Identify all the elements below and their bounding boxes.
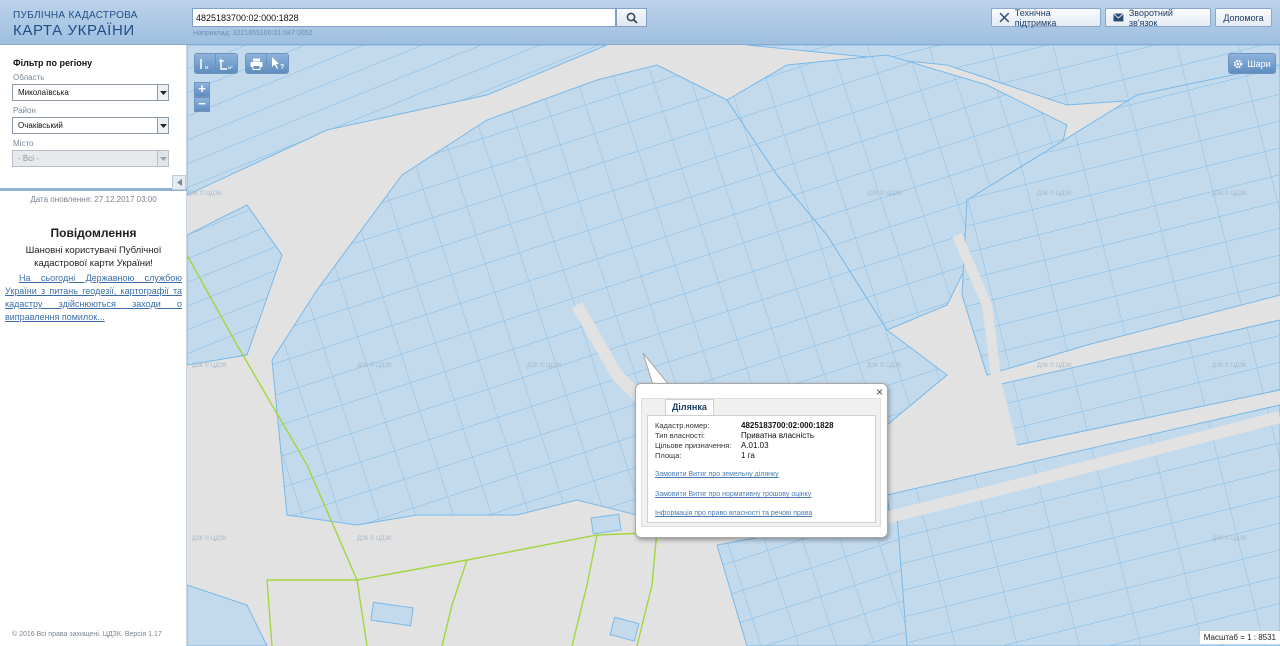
cursor-help-icon: ? xyxy=(271,57,284,70)
watermark: ДЗК © ЦДЗК xyxy=(357,362,392,369)
svg-text:м²: м² xyxy=(228,65,233,70)
tools-icon xyxy=(999,12,1010,23)
notice-title: Повідомлення xyxy=(50,226,137,240)
district-select[interactable]: Очаківський xyxy=(12,117,169,134)
search-hint: Наприклад: 3221655100:01:047:0052 xyxy=(193,30,313,37)
collapse-panel-button[interactable] xyxy=(172,175,186,190)
region-select[interactable]: Миколаївська xyxy=(12,84,169,101)
region-filter: Фільтр по регіону Область Миколаївська Р… xyxy=(0,45,187,191)
print-button[interactable] xyxy=(246,54,267,73)
watermark: ДЗК © ЦДЗК xyxy=(357,535,392,542)
district-label: Район xyxy=(13,106,36,115)
feedback-button[interactable]: Зворотний зв'язок xyxy=(1105,7,1211,28)
ownership-type-value: Приватна власність xyxy=(741,431,815,440)
watermark: ДЗК © ЦДЗК xyxy=(192,362,227,369)
update-date: Дата оновлення: 27.12.2017 03:00 xyxy=(30,195,157,204)
search-button[interactable] xyxy=(616,8,647,27)
watermark: ДЗК © ЦДЗК xyxy=(192,535,227,542)
parcel[interactable] xyxy=(609,616,640,642)
purpose-value: A.01.03 xyxy=(741,441,769,450)
close-icon[interactable]: × xyxy=(876,386,883,398)
notice-text: Шановні користувачі Публічної кадастрово… xyxy=(25,245,162,269)
chevron-down-icon xyxy=(157,118,168,133)
help-button[interactable]: Допомога xyxy=(1215,8,1272,27)
watermark: ДЗК © ЦДЗК xyxy=(1212,535,1247,542)
layers-label: Шари xyxy=(1247,58,1271,69)
logo-line2: КАРТА УКРАЇНИ xyxy=(13,22,135,39)
city-select[interactable]: - Всі - xyxy=(12,150,169,167)
map-actions: ? xyxy=(245,53,289,74)
watermark: ДЗК © ЦДЗК xyxy=(867,190,902,197)
zoom-in-button[interactable]: + xyxy=(194,82,210,97)
watermark: ДЗК © ЦДЗК xyxy=(1212,190,1247,197)
identify-button[interactable]: ? xyxy=(267,54,288,73)
parcel[interactable] xyxy=(370,601,414,627)
admin-boundary xyxy=(636,529,658,646)
search-icon xyxy=(626,12,638,24)
printer-icon xyxy=(250,58,262,70)
map-scale: Масштаб = 1 : 8531 xyxy=(1199,631,1280,644)
parcel-block[interactable] xyxy=(187,584,268,646)
watermark: ДЗК © ЦДЗК xyxy=(527,362,562,369)
chevron-down-icon xyxy=(157,85,168,100)
region-value: Миколаївська xyxy=(18,88,69,97)
logo-line1: ПУБЛІЧНА КАДАСТРОВА xyxy=(13,10,138,21)
tab-parcel[interactable]: Ділянка xyxy=(665,399,714,415)
order-valuation-extract-link[interactable]: Замовити Витяг про нормативну грошову оц… xyxy=(655,491,811,498)
watermark: ДЗК © ЦДЗК xyxy=(1212,362,1247,369)
admin-boundary xyxy=(441,559,468,646)
area-value: 1 га xyxy=(741,451,755,460)
watermark: ДЗК © ЦДЗК xyxy=(187,190,222,197)
svg-text:?: ? xyxy=(280,64,284,70)
tech-support-button[interactable]: Технічна підтримка xyxy=(991,7,1101,28)
measure-area-button[interactable]: м² xyxy=(216,54,237,73)
gear-icon xyxy=(1234,59,1243,68)
cadastral-number-value: 4825183700:02:000:1828 xyxy=(741,421,834,430)
app-header: ПУБЛІЧНА КАДАСТРОВА КАРТА УКРАЇНИ Наприк… xyxy=(0,0,1280,45)
area-label: Площа: xyxy=(655,451,682,460)
envelope-icon xyxy=(1113,13,1124,22)
parcel-details: Кадастр.номер: 4825183700:02:000:1828 Ти… xyxy=(647,415,876,523)
parcel[interactable] xyxy=(590,513,622,535)
area-icon: м² xyxy=(218,58,233,70)
zoom-out-button[interactable]: − xyxy=(194,97,210,112)
logo[interactable]: ПУБЛІЧНА КАДАСТРОВА КАРТА УКРАЇНИ xyxy=(13,10,138,39)
chevron-left-icon xyxy=(176,179,182,186)
tech-support-label: Технічна підтримка xyxy=(1014,7,1057,28)
ownership-info-link[interactable]: Інформація про право власності та речові… xyxy=(655,510,812,517)
order-land-extract-link[interactable]: Замовити Витяг про земельну ділянку xyxy=(655,471,779,478)
parcel-info-popup: × Ділянка Кадастр.номер: 4825183700:02:0… xyxy=(635,383,888,538)
svg-text:м: м xyxy=(205,65,209,70)
layers-button[interactable]: Шари xyxy=(1228,53,1276,74)
feedback-label: Зворотний зв'язок xyxy=(1128,7,1173,28)
ruler-icon: м xyxy=(200,58,209,70)
copyright: © 2016 Всі права захищені. ЦДЗК. Версія … xyxy=(12,631,162,638)
watermark: ДЗК © ЦДЗК xyxy=(867,362,902,369)
cadastral-search-input[interactable] xyxy=(192,8,616,27)
watermark: ДЗК © ЦДЗК xyxy=(1037,190,1072,197)
district-value: Очаківський xyxy=(18,121,63,130)
region-label: Область xyxy=(13,73,45,82)
cadastral-map[interactable]: ДЗК © ЦДЗК ДЗК © ЦДЗК ДЗК © ЦДЗК ДЗК © Ц… xyxy=(187,45,1280,646)
notice-link[interactable]: На сьогодні Державною службою України з … xyxy=(5,272,182,324)
parcel-block[interactable] xyxy=(886,404,1280,646)
left-panel: Фільтр по регіону Область Миколаївська Р… xyxy=(0,45,187,646)
help-label: Допомога xyxy=(1223,12,1264,23)
measure-distance-button[interactable]: м xyxy=(195,54,216,73)
map-canvas[interactable]: ДЗК © ЦДЗК ДЗК © ЦДЗК ДЗК © ЦДЗК ДЗК © Ц… xyxy=(187,45,1280,646)
admin-boundary xyxy=(266,579,273,646)
purpose-label: Цільове призначення: xyxy=(655,441,732,450)
city-label: Місто xyxy=(13,139,34,148)
measure-tools: м м² xyxy=(194,53,238,74)
filter-title: Фільтр по регіону xyxy=(13,58,93,68)
chevron-down-icon xyxy=(157,151,168,166)
ownership-type-label: Тип власності: xyxy=(655,431,705,440)
popup-content: Ділянка Кадастр.номер: 4825183700:02:000… xyxy=(641,398,881,527)
city-value: - Всі - xyxy=(18,154,39,163)
cadastral-number-label: Кадастр.номер: xyxy=(655,421,710,430)
watermark: ДЗК © ЦДЗК xyxy=(1037,362,1072,369)
